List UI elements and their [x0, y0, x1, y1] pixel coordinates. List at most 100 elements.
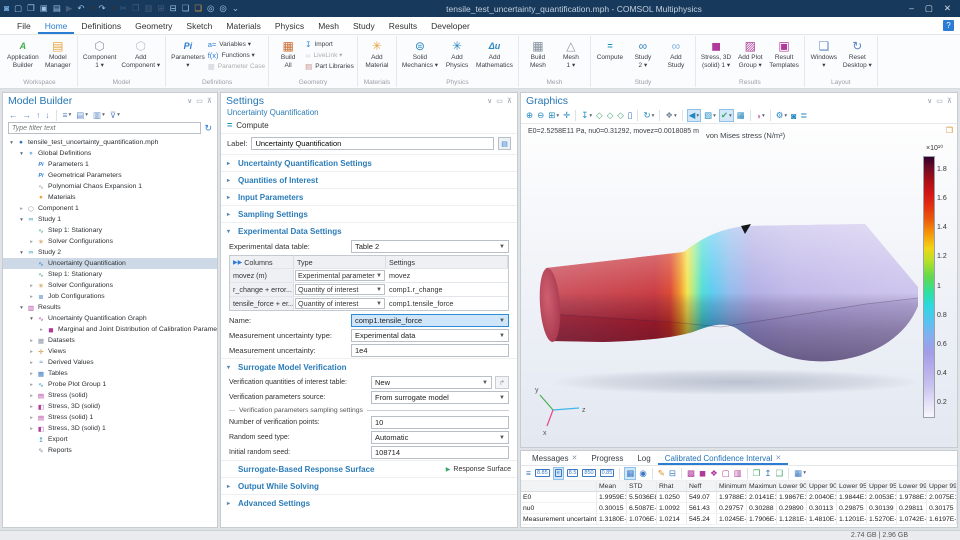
- orthographic-projection-icon[interactable]: ▯: [627, 109, 634, 122]
- response-surface-button[interactable]: ▶Response Surface: [446, 466, 511, 473]
- tree-item-views[interactable]: ▸✛Views: [3, 346, 217, 357]
- ribbon-parameter-case-button[interactable]: ▦Parameter Case: [208, 61, 265, 71]
- search-icon[interactable]: ◎: [207, 4, 214, 13]
- copy-table-icon[interactable]: ❐: [752, 467, 762, 480]
- collapse-all-icon[interactable]: ≡▾: [62, 109, 73, 122]
- expander-icon[interactable]: ▸: [27, 294, 36, 300]
- menu-tab-mesh[interactable]: Mesh: [311, 17, 346, 34]
- display-precision-icon[interactable]: 0.85: [599, 467, 616, 480]
- panel-menu-icon[interactable]: ∨: [187, 97, 192, 105]
- ribbon-study-2-button[interactable]: ∞Study2 ▾: [627, 37, 659, 69]
- new-file-icon[interactable]: ▢: [14, 4, 22, 13]
- menu-tab-physics[interactable]: Physics: [268, 17, 311, 34]
- full-precision-icon[interactable]: 8.85: [534, 467, 551, 480]
- copy-image-icon[interactable]: ❑: [775, 467, 785, 480]
- move-up-icon[interactable]: ↑: [35, 109, 41, 122]
- zoom-box-icon[interactable]: ⊞▾: [547, 109, 560, 122]
- verification-points-input[interactable]: 10: [371, 416, 509, 429]
- section-output-while-solving[interactable]: ▸Output While Solving: [221, 477, 517, 494]
- close-icon[interactable]: ✕: [775, 454, 781, 462]
- ribbon-build-all-button[interactable]: ▦BuildAll: [272, 37, 304, 69]
- qat-menu-icon[interactable]: ⌄: [232, 4, 239, 13]
- panel-float-icon[interactable]: ▭: [496, 97, 503, 105]
- menu-tab-definitions[interactable]: Definitions: [74, 17, 128, 34]
- move-rows-icon[interactable]: ▶▶: [233, 259, 242, 266]
- table-annotation-icon[interactable]: ▦: [736, 109, 746, 122]
- tree-item-derived-values[interactable]: ▸≈Derived Values: [3, 357, 217, 368]
- ribbon-add-material-button[interactable]: ✳AddMaterial: [361, 37, 393, 69]
- go-to-default-view-icon[interactable]: ↧▾: [580, 109, 593, 122]
- comsol-logo-icon[interactable]: ◙: [4, 4, 9, 13]
- ribbon-application-builder-button[interactable]: AApplicationBuilder: [5, 37, 41, 69]
- tree-item-solver-configurations[interactable]: ▸✳Solver Configurations: [3, 280, 217, 291]
- panel-menu-icon[interactable]: ∨: [487, 97, 492, 105]
- ribbon-parameters-button[interactable]: PiParameters▾: [169, 37, 207, 69]
- tree-item-polynomial-chaos-expansion-1[interactable]: ∿Polynomial Chaos Expansion 1: [3, 181, 217, 192]
- ribbon-result-templates-button[interactable]: ▣ResultTemplates: [767, 37, 801, 69]
- zoom-extents-icon[interactable]: ✛: [562, 109, 571, 122]
- section-input-parameters[interactable]: ▸Input Parameters: [221, 188, 517, 205]
- maximize-button[interactable]: ▢: [925, 3, 933, 14]
- snapshot-icon[interactable]: ◙: [790, 109, 797, 122]
- expander-icon[interactable]: ▸: [27, 283, 36, 289]
- ribbon-model-manager-button[interactable]: ▤ModelManager: [42, 37, 74, 69]
- color-table-icon[interactable]: ❖: [709, 467, 719, 480]
- random-seed-type-select[interactable]: Automatic▼: [371, 431, 509, 444]
- ribbon-mesh-1-button[interactable]: △Mesh1 ▾: [555, 37, 587, 69]
- scene-lighting-icon[interactable]: ▧▾: [703, 109, 717, 122]
- menu-tab-file[interactable]: File: [10, 17, 38, 34]
- ribbon-add-component-button[interactable]: ⬡AddComponent ▾: [119, 37, 162, 69]
- refresh-icon[interactable]: ↻: [204, 123, 212, 134]
- tree-item-component-1[interactable]: ▸⬡Component 1: [3, 203, 217, 214]
- expander-icon[interactable]: ▸: [27, 426, 36, 432]
- tree-item-step-1-stationary[interactable]: ∿Step 1: Stationary: [3, 269, 217, 280]
- tree-item-stress-3d-solid-1[interactable]: ▸◧Stress, 3D (solid) 1: [3, 423, 217, 434]
- ribbon-functions-button[interactable]: f(x)Functions ▾: [208, 50, 265, 60]
- verification-source-select[interactable]: From surrogate model▼: [371, 391, 509, 404]
- plot-first-icon[interactable]: ◀▾: [687, 109, 701, 122]
- help-button[interactable]: ?: [943, 20, 954, 31]
- expander-icon[interactable]: ▾: [17, 151, 26, 157]
- move-down-icon[interactable]: ↓: [44, 109, 50, 122]
- open-file-icon[interactable]: ❐: [27, 4, 35, 13]
- panel-pin-icon[interactable]: ⊼: [207, 97, 212, 105]
- close-button[interactable]: ✕: [944, 3, 951, 14]
- table-graph-icon[interactable]: ▩: [686, 467, 696, 480]
- ribbon-livelink-button[interactable]: ∞LiveLink ▾: [305, 50, 354, 60]
- expander-icon[interactable]: ▸: [27, 338, 36, 344]
- type-select[interactable]: Experimental parameter▼: [295, 270, 385, 281]
- tree-item-export[interactable]: ↥Export: [3, 434, 217, 445]
- tree-item-study-2[interactable]: ▾∞Study 2: [3, 247, 217, 258]
- measurement-uncertainty-type-select[interactable]: Experimental data▼: [351, 329, 509, 342]
- view-zx-plane-icon[interactable]: ◇: [616, 109, 625, 122]
- close-icon[interactable]: ✕: [571, 454, 577, 462]
- expander-icon[interactable]: ▾: [17, 305, 26, 311]
- tree-item-global-definitions[interactable]: ▾●Global Definitions: [3, 148, 217, 159]
- table-row[interactable]: nu00.300156.5087E-41.0092561.430.297570.…: [521, 503, 957, 514]
- find-icon[interactable]: ◎: [219, 4, 226, 13]
- surface-plot-icon[interactable]: ◼: [698, 467, 707, 480]
- compute-button[interactable]: = Compute: [221, 118, 517, 134]
- tree-item-uncertainty-quantification-graph[interactable]: ▾∿Uncertainty Quantification Graph: [3, 313, 217, 324]
- tree-item-results[interactable]: ▾▥Results: [3, 302, 217, 313]
- tree-item-solver-configurations[interactable]: ▸✳Solver Configurations: [3, 236, 217, 247]
- tab-calibrated-confidence-interval[interactable]: Calibrated Confidence Interval✕: [658, 451, 789, 465]
- expander-icon[interactable]: ▸: [27, 360, 36, 366]
- panel-float-icon[interactable]: ▭: [936, 97, 943, 105]
- export-table-icon[interactable]: ↥: [763, 467, 772, 480]
- tree-item-step-1-stationary[interactable]: ∿Step 1: Stationary: [3, 225, 217, 236]
- plot-window-icon[interactable]: ❒: [946, 126, 953, 135]
- window-tile-icon[interactable]: ❏: [194, 4, 202, 13]
- tab-messages[interactable]: Messages✕: [525, 451, 584, 465]
- tree-filter-input[interactable]: [8, 122, 201, 134]
- table-columns-icon[interactable]: ▦▾: [793, 467, 807, 480]
- chevron-down-icon[interactable]: ▾: [90, 4, 94, 13]
- tree-item-stress-solid[interactable]: ▸▤Stress (solid): [3, 390, 217, 401]
- auto-format-icon[interactable]: ≡: [525, 467, 532, 480]
- view-yz-plane-icon[interactable]: ◇: [606, 109, 615, 122]
- label-input[interactable]: [251, 137, 494, 150]
- tree-item-uncertainty-quantification[interactable]: ∿Uncertainty Quantification: [3, 258, 217, 269]
- expander-icon[interactable]: ▸: [27, 404, 36, 410]
- tree-item-reports[interactable]: ✎Reports: [3, 445, 217, 456]
- save-as-icon[interactable]: ▤: [53, 4, 61, 13]
